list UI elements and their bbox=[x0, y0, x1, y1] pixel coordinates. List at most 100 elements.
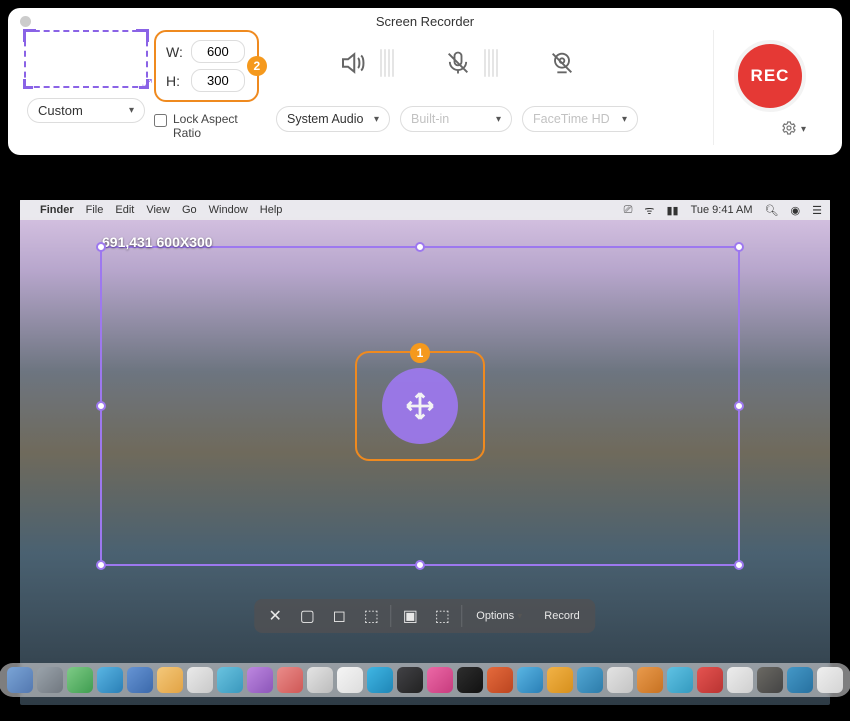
record-entire-screen-icon[interactable]: ▣ bbox=[397, 605, 423, 627]
record-button[interactable]: REC bbox=[734, 40, 806, 112]
resize-handle-tm[interactable] bbox=[415, 242, 425, 252]
webcam-disabled-icon[interactable] bbox=[548, 49, 576, 77]
camera-dropdown[interactable]: FaceTime HD ▾ bbox=[522, 106, 638, 132]
dock-app-icon[interactable] bbox=[217, 667, 243, 693]
capture-entire-screen-icon[interactable]: ▢ bbox=[294, 605, 320, 627]
dock-app-icon[interactable] bbox=[307, 667, 333, 693]
resize-handle-br[interactable] bbox=[734, 560, 744, 570]
selection-coordinates-label: 691,431 600X300 bbox=[102, 234, 213, 250]
dock-app-icon[interactable] bbox=[577, 667, 603, 693]
system-audio-value: System Audio bbox=[287, 112, 363, 126]
screenshot-options-button[interactable]: Options ▾ bbox=[468, 606, 530, 626]
dock-app-icon[interactable] bbox=[457, 667, 483, 693]
macos-screenshot-toolbar: ✕ ▢ ◻ ⬚ ▣ ⬚ Options ▾ Record bbox=[254, 599, 595, 633]
dock-app-icon[interactable] bbox=[157, 667, 183, 693]
menubar-item-window[interactable]: Window bbox=[209, 204, 248, 216]
height-label: H: bbox=[166, 73, 183, 89]
dock-app-icon[interactable] bbox=[7, 667, 33, 693]
chevron-down-icon: ▾ bbox=[496, 114, 501, 125]
system-audio-dropdown[interactable]: System Audio ▾ bbox=[276, 106, 390, 132]
height-input[interactable] bbox=[191, 69, 245, 92]
dock-app-icon[interactable] bbox=[337, 667, 363, 693]
region-preset-dropdown[interactable]: Custom ▾ bbox=[27, 98, 145, 123]
dock-app-icon[interactable] bbox=[187, 667, 213, 693]
record-selection-icon[interactable]: ⬚ bbox=[429, 605, 455, 627]
menubar-clock[interactable]: Tue 9:41 AM bbox=[691, 204, 753, 216]
dimensions-group: W: H: 2 bbox=[154, 30, 259, 102]
microphone-muted-icon[interactable] bbox=[444, 49, 472, 77]
airplay-icon[interactable]: ⎚ bbox=[624, 204, 633, 217]
control-center-icon[interactable]: ☰ bbox=[812, 204, 822, 217]
speaker-icon[interactable] bbox=[338, 48, 368, 78]
dock-app-icon[interactable] bbox=[487, 667, 513, 693]
dock-app-icon[interactable] bbox=[817, 667, 843, 693]
resize-arrows-icon: ⤢ bbox=[142, 76, 152, 92]
camera-value: FaceTime HD bbox=[533, 112, 610, 126]
chevron-down-icon: ▾ bbox=[801, 124, 806, 135]
capture-region-icon[interactable]: ⤢ bbox=[24, 30, 148, 88]
screenshot-close-icon[interactable]: ✕ bbox=[262, 605, 288, 627]
menubar-item-go[interactable]: Go bbox=[182, 204, 197, 216]
width-label: W: bbox=[166, 44, 183, 60]
dock-app-icon[interactable] bbox=[277, 667, 303, 693]
region-preset-value: Custom bbox=[38, 103, 83, 118]
system-volume-meter bbox=[380, 49, 394, 77]
dock-app-icon[interactable] bbox=[637, 667, 663, 693]
dock-app-icon[interactable] bbox=[67, 667, 93, 693]
microphone-dropdown[interactable]: Built-in ▾ bbox=[400, 106, 512, 132]
width-input[interactable] bbox=[191, 40, 245, 63]
dock-app-icon[interactable] bbox=[367, 667, 393, 693]
move-selection-handle[interactable]: 1 bbox=[355, 351, 485, 461]
dock-app-icon[interactable] bbox=[547, 667, 573, 693]
resize-handle-ml[interactable] bbox=[96, 401, 106, 411]
resize-handle-mr[interactable] bbox=[734, 401, 744, 411]
capture-window-icon[interactable]: ◻ bbox=[326, 605, 352, 627]
lock-aspect-ratio[interactable]: Lock Aspect Ratio bbox=[154, 112, 264, 140]
microphone-value: Built-in bbox=[411, 112, 449, 126]
recorder-toolbar: Screen Recorder ⤢ Custom ▾ W: H: 2 Loc bbox=[8, 8, 842, 155]
dock-app-icon[interactable] bbox=[127, 667, 153, 693]
capture-selection-rect[interactable]: 691,431 600X300 1 bbox=[100, 246, 740, 566]
chevron-down-icon: ▾ bbox=[129, 105, 134, 116]
siri-icon[interactable]: ◉ bbox=[791, 204, 801, 217]
dock-app-icon[interactable] bbox=[607, 667, 633, 693]
capture-selection-icon[interactable]: ⬚ bbox=[358, 605, 384, 627]
resize-handle-tr[interactable] bbox=[734, 242, 744, 252]
dock-app-icon[interactable] bbox=[697, 667, 723, 693]
dock-app-icon[interactable] bbox=[247, 667, 273, 693]
move-icon bbox=[382, 368, 458, 444]
lock-aspect-checkbox[interactable] bbox=[154, 114, 167, 127]
menubar-app-name[interactable]: Finder bbox=[40, 204, 74, 216]
menubar-item-file[interactable]: File bbox=[86, 204, 104, 216]
mic-volume-meter bbox=[484, 49, 498, 77]
dock-app-icon[interactable] bbox=[397, 667, 423, 693]
dock-app-icon[interactable] bbox=[517, 667, 543, 693]
screenshot-record-button[interactable]: Record bbox=[536, 606, 587, 626]
dock-app-icon[interactable] bbox=[97, 667, 123, 693]
battery-icon[interactable]: ▮▮ bbox=[666, 204, 678, 217]
resize-handle-tl[interactable] bbox=[96, 242, 106, 252]
desktop-preview: Finder File Edit View Go Window Help ⎚ ᯤ… bbox=[20, 200, 830, 705]
menubar-item-edit[interactable]: Edit bbox=[115, 204, 134, 216]
menubar-item-view[interactable]: View bbox=[146, 204, 170, 216]
lock-aspect-label: Lock Aspect Ratio bbox=[173, 112, 264, 140]
resize-handle-bm[interactable] bbox=[415, 560, 425, 570]
dock-app-icon[interactable] bbox=[727, 667, 753, 693]
wifi-icon[interactable]: ᯤ bbox=[644, 203, 654, 218]
menubar-item-help[interactable]: Help bbox=[260, 204, 283, 216]
dock-app-icon[interactable] bbox=[757, 667, 783, 693]
dock-app-icon[interactable] bbox=[37, 667, 63, 693]
annotation-badge-1: 1 bbox=[410, 343, 430, 363]
macos-dock bbox=[0, 663, 850, 697]
settings-button[interactable]: ▾ bbox=[781, 120, 806, 139]
window-title: Screen Recorder bbox=[8, 14, 842, 29]
dock-app-icon[interactable] bbox=[667, 667, 693, 693]
chevron-down-icon: ▾ bbox=[622, 114, 627, 125]
spotlight-icon[interactable]: 🔍︎ bbox=[765, 204, 779, 217]
resize-handle-bl[interactable] bbox=[96, 560, 106, 570]
chevron-down-icon: ▾ bbox=[374, 114, 379, 125]
dock-app-icon[interactable] bbox=[787, 667, 813, 693]
gear-icon bbox=[781, 120, 797, 139]
macos-menubar: Finder File Edit View Go Window Help ⎚ ᯤ… bbox=[20, 200, 830, 220]
dock-app-icon[interactable] bbox=[427, 667, 453, 693]
